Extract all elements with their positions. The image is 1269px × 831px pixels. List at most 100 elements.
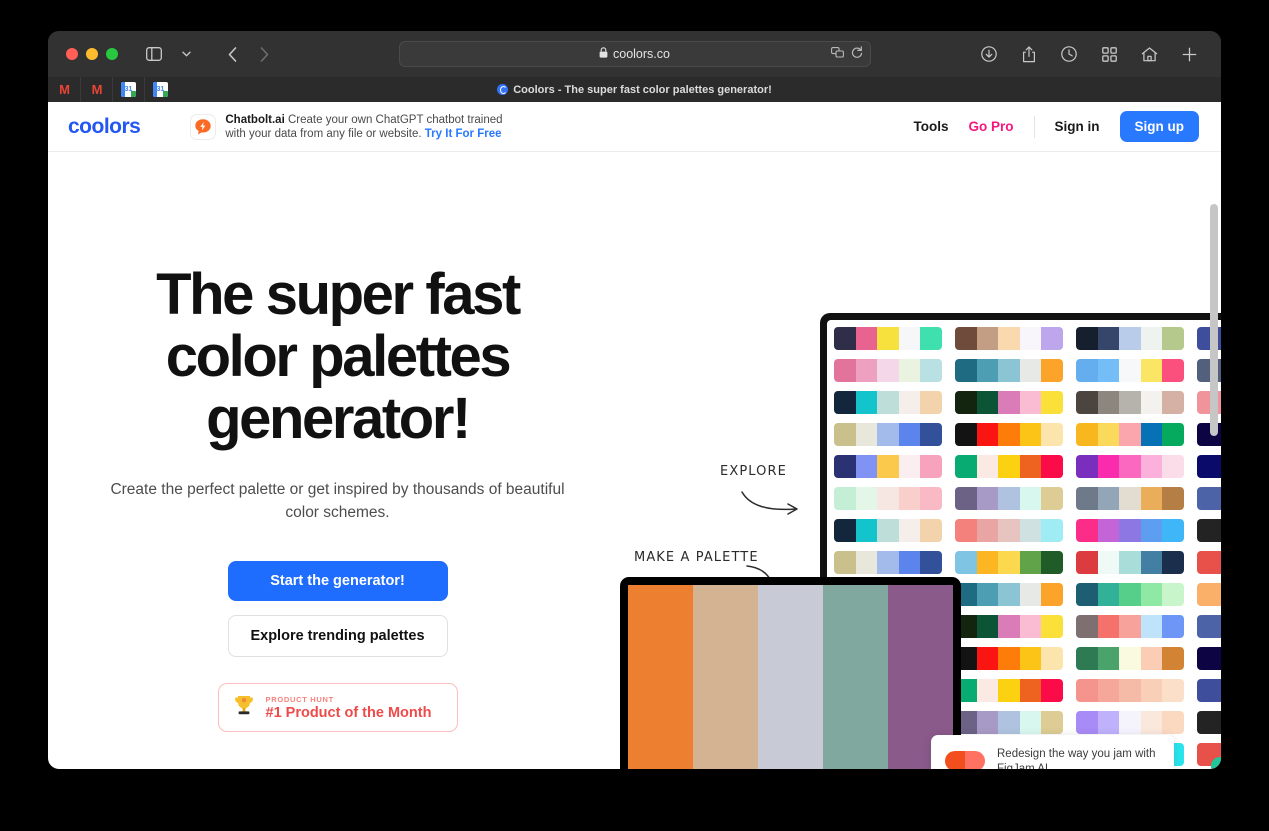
zoom-window-button[interactable] — [106, 48, 118, 60]
palette-swatch[interactable] — [898, 487, 921, 510]
palette-swatch[interactable] — [898, 359, 921, 382]
palette-swatch[interactable] — [955, 487, 977, 510]
palette-swatch[interactable] — [998, 519, 1020, 542]
palette-swatch[interactable] — [898, 423, 921, 446]
palette-swatch[interactable] — [1097, 647, 1120, 670]
palette-item[interactable] — [1076, 647, 1184, 670]
palette-swatch[interactable] — [1041, 327, 1063, 350]
palette-swatch[interactable] — [855, 519, 878, 542]
palette-swatch[interactable] — [1097, 615, 1120, 638]
palette-swatch[interactable] — [1041, 679, 1063, 702]
palette-swatch[interactable] — [1041, 455, 1063, 478]
palette-swatch[interactable] — [998, 423, 1020, 446]
palette-item[interactable] — [834, 423, 942, 446]
palette-swatch[interactable] — [920, 487, 942, 510]
palette-swatch[interactable] — [834, 519, 856, 542]
palette-swatch[interactable] — [1019, 359, 1042, 382]
palette-swatch[interactable] — [1119, 583, 1141, 606]
palette-swatch[interactable] — [1119, 615, 1141, 638]
palette-swatch[interactable] — [1041, 551, 1063, 574]
palette-swatch[interactable] — [976, 359, 999, 382]
palette-swatch[interactable] — [1076, 551, 1098, 574]
palette-swatch[interactable] — [1162, 519, 1184, 542]
palette-swatch[interactable] — [976, 455, 999, 478]
palette-swatch[interactable] — [998, 391, 1020, 414]
palette-swatch[interactable] — [1097, 359, 1120, 382]
palette-swatch[interactable] — [920, 423, 942, 446]
share-icon[interactable] — [1015, 42, 1043, 66]
palette-swatch[interactable] — [1097, 551, 1120, 574]
palette-item[interactable] — [1076, 455, 1184, 478]
palette-item[interactable] — [955, 551, 1063, 574]
palette-swatch[interactable] — [898, 455, 921, 478]
palette-item[interactable] — [1076, 423, 1184, 446]
palette-swatch[interactable] — [920, 551, 942, 574]
palette-swatch[interactable] — [1076, 359, 1098, 382]
palette-item[interactable] — [955, 327, 1063, 350]
palette-swatch[interactable] — [1019, 711, 1042, 734]
palette-swatch[interactable] — [855, 327, 878, 350]
palette-swatch[interactable] — [998, 551, 1020, 574]
reload-icon[interactable] — [851, 45, 863, 63]
palette-swatch[interactable] — [834, 551, 856, 574]
palette-swatch[interactable] — [1119, 359, 1141, 382]
palette-swatch[interactable] — [1076, 711, 1098, 734]
palette-swatch[interactable] — [1019, 391, 1042, 414]
palette-item[interactable] — [955, 455, 1063, 478]
palette-swatch[interactable] — [1162, 327, 1184, 350]
palette-swatch[interactable] — [1019, 455, 1042, 478]
palette-swatch[interactable] — [1076, 423, 1098, 446]
nav-sign-up-button[interactable]: Sign up — [1119, 111, 1199, 142]
palette-item[interactable] — [1076, 615, 1184, 638]
palette-swatch[interactable] — [1140, 519, 1163, 542]
palette-swatch[interactable] — [1162, 711, 1184, 734]
palette-swatch[interactable] — [1119, 551, 1141, 574]
scrollbar-thumb[interactable] — [1210, 204, 1218, 436]
palette-item[interactable] — [834, 487, 942, 510]
page-scrollbar[interactable] — [1210, 204, 1218, 769]
palette-swatch[interactable] — [855, 391, 878, 414]
start-generator-button[interactable]: Start the generator! — [227, 561, 448, 601]
palette-item[interactable] — [834, 551, 942, 574]
palette-swatch[interactable] — [898, 519, 921, 542]
palette-swatch[interactable] — [1162, 551, 1184, 574]
carbon-ad[interactable]: Redesign the way you jam with FigJam AI.… — [931, 735, 1174, 769]
palette-swatch[interactable] — [998, 647, 1020, 670]
palette-swatch[interactable] — [1162, 647, 1184, 670]
palette-swatch[interactable] — [920, 391, 942, 414]
new-tab-icon[interactable] — [1175, 42, 1203, 66]
palette-swatch[interactable] — [998, 359, 1020, 382]
palette-swatch[interactable] — [1162, 583, 1184, 606]
palette-swatch[interactable] — [1076, 519, 1098, 542]
palette-swatch[interactable] — [1140, 711, 1163, 734]
palette-swatch[interactable] — [955, 359, 977, 382]
sidebar-dropdown-icon[interactable] — [172, 42, 200, 66]
palette-item[interactable] — [955, 391, 1063, 414]
palette-swatch[interactable] — [920, 519, 942, 542]
palette-swatch[interactable] — [976, 583, 999, 606]
palette-swatch[interactable] — [1119, 423, 1141, 446]
palette-swatch[interactable] — [1019, 551, 1042, 574]
home-icon[interactable] — [1135, 42, 1163, 66]
active-tab-title-bar[interactable]: Coolors - The super fast color palettes … — [48, 83, 1221, 96]
palette-swatch[interactable] — [1041, 583, 1063, 606]
palette-swatch[interactable] — [1162, 423, 1184, 446]
palette-item[interactable] — [1076, 487, 1184, 510]
palette-swatch[interactable] — [855, 359, 878, 382]
palette-swatch[interactable] — [1041, 519, 1063, 542]
palette-swatch[interactable] — [1041, 487, 1063, 510]
palette-swatch[interactable] — [1140, 679, 1163, 702]
palette-swatch[interactable] — [1041, 359, 1063, 382]
palette-item[interactable] — [834, 391, 942, 414]
palette-swatch[interactable] — [1076, 615, 1098, 638]
tab-overview-icon[interactable] — [1095, 42, 1123, 66]
palette-swatch[interactable] — [855, 487, 878, 510]
palette-swatch[interactable] — [976, 327, 999, 350]
palette-swatch[interactable] — [1140, 583, 1163, 606]
palette-swatch[interactable] — [834, 487, 856, 510]
palette-swatch[interactable] — [976, 711, 999, 734]
palette-swatch[interactable] — [1162, 615, 1184, 638]
palette-swatch[interactable] — [877, 391, 899, 414]
palette-swatch[interactable] — [1119, 679, 1141, 702]
palette-swatch[interactable] — [1097, 679, 1120, 702]
